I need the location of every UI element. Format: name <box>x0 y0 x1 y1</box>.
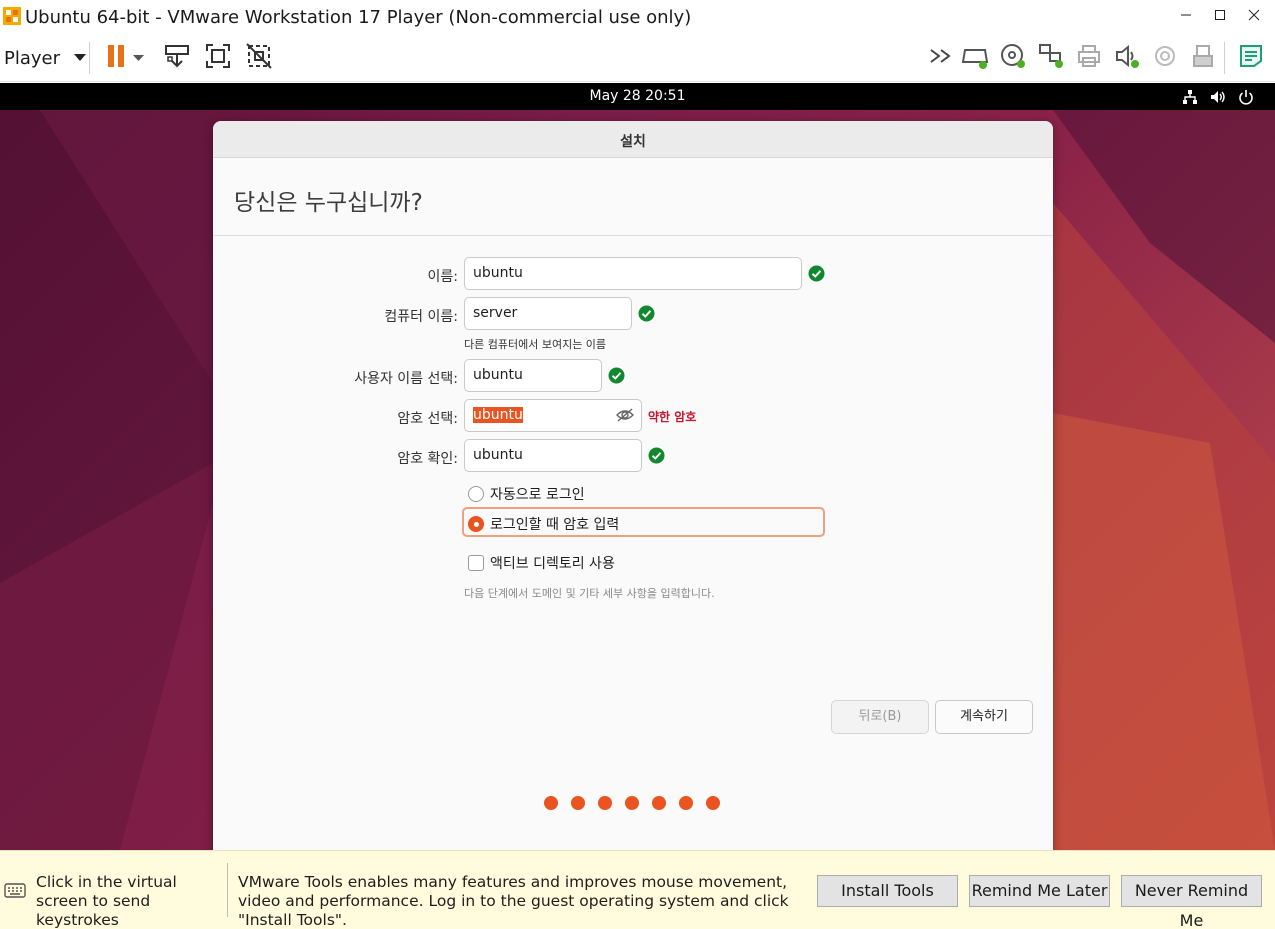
sound-card-button[interactable] <box>1111 42 1143 74</box>
progress-dot <box>679 796 693 810</box>
player-menu-label: Player <box>4 47 61 69</box>
pause-icon <box>105 43 127 74</box>
auto-login-radio-circle <box>468 486 484 502</box>
active-directory-checkbox[interactable]: 액티브 디렉토리 사용 <box>468 553 615 573</box>
usb-button[interactable] <box>1187 42 1219 74</box>
active-directory-checkbox-box <box>468 555 484 571</box>
fullscreen-button[interactable] <box>202 42 234 74</box>
dropdown-arrow-icon <box>74 49 87 67</box>
message-log-icon <box>1238 43 1264 74</box>
usb-icon <box>1190 43 1216 74</box>
password-strength-label: 약한 암호 <box>648 410 697 424</box>
active-directory-label: 액티브 디렉토리 사용 <box>490 556 615 572</box>
continue-button[interactable]: 계속하기 <box>935 700 1033 734</box>
printer-button[interactable] <box>1073 42 1105 74</box>
computer-name-valid-check-icon <box>638 305 655 322</box>
vmware-tools-message: VMware Tools enables many features and i… <box>238 873 789 929</box>
auto-login-radio[interactable]: 자동으로 로그인 <box>468 484 585 504</box>
cd-dvd-icon <box>999 42 1027 75</box>
active-directory-note: 다음 단계에서 도메인 및 기타 세부 사항을 입력합니다. <box>464 587 715 600</box>
username-label: 사용자 이름 선택: <box>354 371 458 387</box>
camera-icon <box>1153 44 1177 73</box>
message-log-button[interactable] <box>1235 42 1267 74</box>
remind-me-later-button[interactable]: Remind Me Later <box>969 875 1110 907</box>
more-chevron-icon <box>929 48 953 69</box>
sound-card-icon <box>1114 43 1140 74</box>
confirm-password-valid-check-icon <box>648 447 665 464</box>
pause-dropdown-button[interactable] <box>128 42 148 74</box>
confirm-password-label: 암호 확인: <box>397 451 458 467</box>
fullscreen-icon <box>204 42 232 75</box>
password-label: 암호 선택: <box>397 411 458 427</box>
window-title: Ubuntu 64-bit - VMware Workstation 17 Pl… <box>25 7 692 28</box>
minimize-button[interactable] <box>1168 0 1204 34</box>
maximize-icon <box>1214 8 1226 26</box>
window-titlebar: Ubuntu 64-bit - VMware Workstation 17 Pl… <box>0 0 1275 34</box>
power-icon[interactable] <box>1236 87 1256 107</box>
require-password-label: 로그인할 때 암호 입력 <box>490 517 620 533</box>
installer-header: 설치 <box>213 121 1053 158</box>
progress-dots <box>544 796 733 810</box>
name-valid-check-icon <box>808 265 825 282</box>
volume-icon[interactable] <box>1208 87 1228 107</box>
installer-title: 설치 <box>620 134 646 150</box>
require-password-radio[interactable]: 로그인할 때 암호 입력 <box>468 514 619 534</box>
username-input[interactable]: ubuntu <box>464 359 602 392</box>
back-button[interactable]: 뒤로(B) <box>831 700 929 734</box>
progress-dot <box>598 796 612 810</box>
progress-dot <box>571 796 585 810</box>
network-adapter-button[interactable] <box>1035 42 1067 74</box>
network-adapter-icon <box>1037 42 1065 75</box>
unity-button[interactable] <box>243 42 275 74</box>
close-icon <box>1248 8 1260 26</box>
notification-divider <box>227 863 228 917</box>
close-button[interactable] <box>1236 0 1272 34</box>
cd-dvd-button[interactable] <box>997 42 1029 74</box>
installer-window: 설치 당신은 누구십니까? 이름: ubuntu 컴퓨터 이름: server … <box>213 121 1053 850</box>
username-valid-check-icon <box>608 367 625 384</box>
progress-dot <box>706 796 720 810</box>
page-heading: 당신은 누구십니까? <box>234 190 423 216</box>
never-remind-me-button[interactable]: Never Remind Me <box>1121 875 1262 929</box>
send-ctrl-alt-del-icon <box>163 42 191 75</box>
progress-dot <box>544 796 558 810</box>
hide-password-eye-icon[interactable] <box>615 405 635 425</box>
install-tools-button[interactable]: Install Tools <box>817 875 958 907</box>
toolbar-divider <box>1224 42 1225 74</box>
printer-icon <box>1076 43 1102 74</box>
hard-disk-button[interactable] <box>959 42 991 74</box>
maximize-button[interactable] <box>1202 0 1238 34</box>
computer-name-label: 컴퓨터 이름: <box>384 309 458 325</box>
name-input[interactable]: ubuntu <box>464 257 802 290</box>
heading-divider <box>213 235 1053 236</box>
keyboard-icon <box>4 879 26 901</box>
require-password-radio-circle <box>468 516 484 532</box>
ubuntu-top-bar: May 28 20:51 <box>0 83 1275 110</box>
keystroke-hint: Click in the virtual screen to send keys… <box>36 873 177 929</box>
toolbar-divider <box>89 42 90 74</box>
computer-name-input[interactable]: server <box>464 297 632 330</box>
auto-login-label: 자동으로 로그인 <box>490 487 585 503</box>
camera-button[interactable] <box>1149 42 1181 74</box>
guest-screen[interactable]: May 28 20:51 설치 당신은 누구십니까? 이름: ubuntu 컴퓨… <box>0 83 1275 850</box>
confirm-password-input[interactable]: ubuntu <box>464 439 642 472</box>
progress-dot <box>625 796 639 810</box>
send-ctrl-alt-del-button[interactable] <box>161 42 193 74</box>
password-selected-text: ubuntu <box>473 407 523 423</box>
more-devices-button[interactable] <box>925 42 957 74</box>
network-icon[interactable] <box>1180 87 1200 107</box>
computer-name-hint: 다른 컴퓨터에서 보여지는 이름 <box>464 338 607 351</box>
minimize-icon <box>1180 8 1192 26</box>
vmware-toolbar: Player <box>0 34 1275 82</box>
progress-dot <box>652 796 666 810</box>
clock[interactable]: May 28 20:51 <box>0 88 1275 104</box>
player-menu[interactable]: Player <box>4 46 87 70</box>
hard-disk-icon <box>961 42 989 75</box>
vmware-logo-icon <box>2 6 22 26</box>
name-label: 이름: <box>427 269 458 285</box>
unity-icon <box>245 42 273 75</box>
vmware-tools-notification: Click in the virtual screen to send keys… <box>0 850 1275 929</box>
dropdown-arrow-icon <box>132 49 144 67</box>
